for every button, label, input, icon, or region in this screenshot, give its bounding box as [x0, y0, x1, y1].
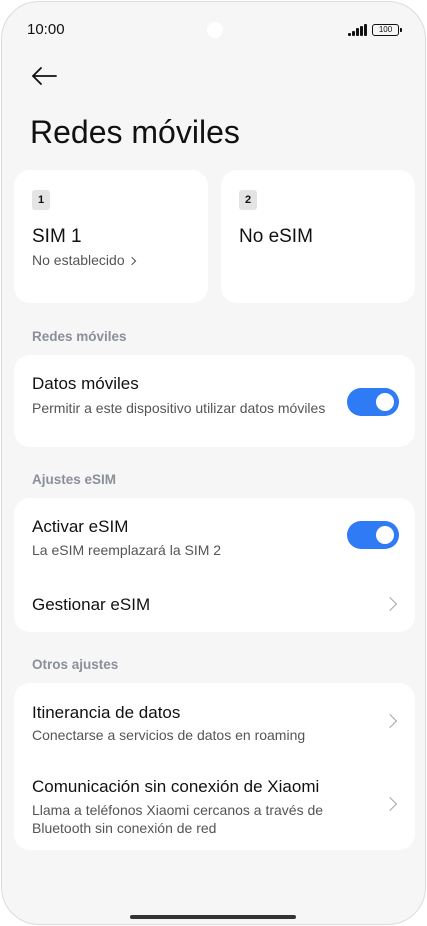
home-indicator[interactable] — [130, 915, 296, 919]
sim-name: No eSIM — [239, 226, 313, 247]
other-settings-card: Itinerancia de datos Conectarse a servic… — [14, 683, 415, 850]
manage-esim-row[interactable]: Gestionar eSIM — [14, 570, 415, 632]
data-roaming-title: Itinerancia de datos — [32, 703, 181, 722]
chevron-right-icon — [382, 596, 398, 612]
activate-esim-title: Activar eSIM — [32, 517, 129, 536]
sim-slot-badge: 1 — [32, 190, 50, 210]
mobile-data-card: Datos móviles Permitir a este dispositiv… — [14, 355, 415, 447]
xiaomi-offline-communication-row[interactable]: Comunicación sin conexión de Xiaomi Llam… — [14, 757, 415, 850]
data-roaming-row[interactable]: Itinerancia de datos Conectarse a servic… — [14, 683, 415, 757]
offline-communication-title: Comunicación sin conexión de Xiaomi — [32, 777, 320, 796]
activate-esim-row[interactable]: Activar eSIM La eSIM reemplazará la SIM … — [14, 498, 415, 570]
sim-card-2[interactable]: 2 No eSIM — [221, 170, 415, 303]
activate-esim-subtitle: La eSIM reemplazará la SIM 2 — [32, 542, 222, 558]
battery-icon: 100 — [372, 24, 399, 36]
mobile-data-toggle[interactable] — [347, 388, 399, 416]
toggle-knob — [376, 393, 394, 411]
section-label-mobile-networks: Redes móviles — [32, 329, 127, 344]
sim-slot-badge: 2 — [239, 190, 257, 210]
chevron-right-icon — [127, 256, 136, 266]
status-time: 10:00 — [27, 21, 65, 38]
mobile-data-row[interactable]: Datos móviles Permitir a este dispositiv… — [14, 355, 415, 447]
section-label-esim: Ajustes eSIM — [32, 472, 117, 487]
chevron-right-icon — [382, 796, 398, 812]
back-button[interactable] — [30, 62, 60, 90]
data-roaming-subtitle: Conectarse a servicios de datos en roami… — [32, 727, 306, 743]
manage-esim-title: Gestionar eSIM — [32, 595, 151, 614]
phone-screen: 10:00 100 Redes móviles 1 SIM 1 No estab… — [1, 1, 426, 925]
front-camera-cutout — [207, 22, 223, 38]
sim-status-text: No establecido — [32, 252, 125, 268]
sim-status: No establecido — [32, 252, 136, 268]
activate-esim-toggle[interactable] — [347, 521, 399, 549]
section-label-other: Otros ajustes — [32, 657, 119, 672]
signal-icon — [348, 24, 368, 36]
esim-card: Activar eSIM La eSIM reemplazará la SIM … — [14, 498, 415, 632]
chevron-right-icon — [382, 713, 398, 729]
page-title: Redes móviles — [30, 114, 240, 150]
sim-name: SIM 1 — [32, 226, 82, 247]
mobile-data-title: Datos móviles — [32, 374, 139, 393]
offline-communication-subtitle: Llama a teléfonos Xiaomi cercanos a trav… — [32, 802, 324, 836]
battery-tip — [400, 28, 402, 32]
status-bar: 10:00 100 — [2, 2, 425, 60]
toggle-knob — [376, 526, 394, 544]
arrow-left-icon — [32, 67, 57, 85]
sim-card-1[interactable]: 1 SIM 1 No establecido — [14, 170, 208, 303]
mobile-data-subtitle: Permitir a este dispositivo utilizar dat… — [32, 400, 326, 416]
